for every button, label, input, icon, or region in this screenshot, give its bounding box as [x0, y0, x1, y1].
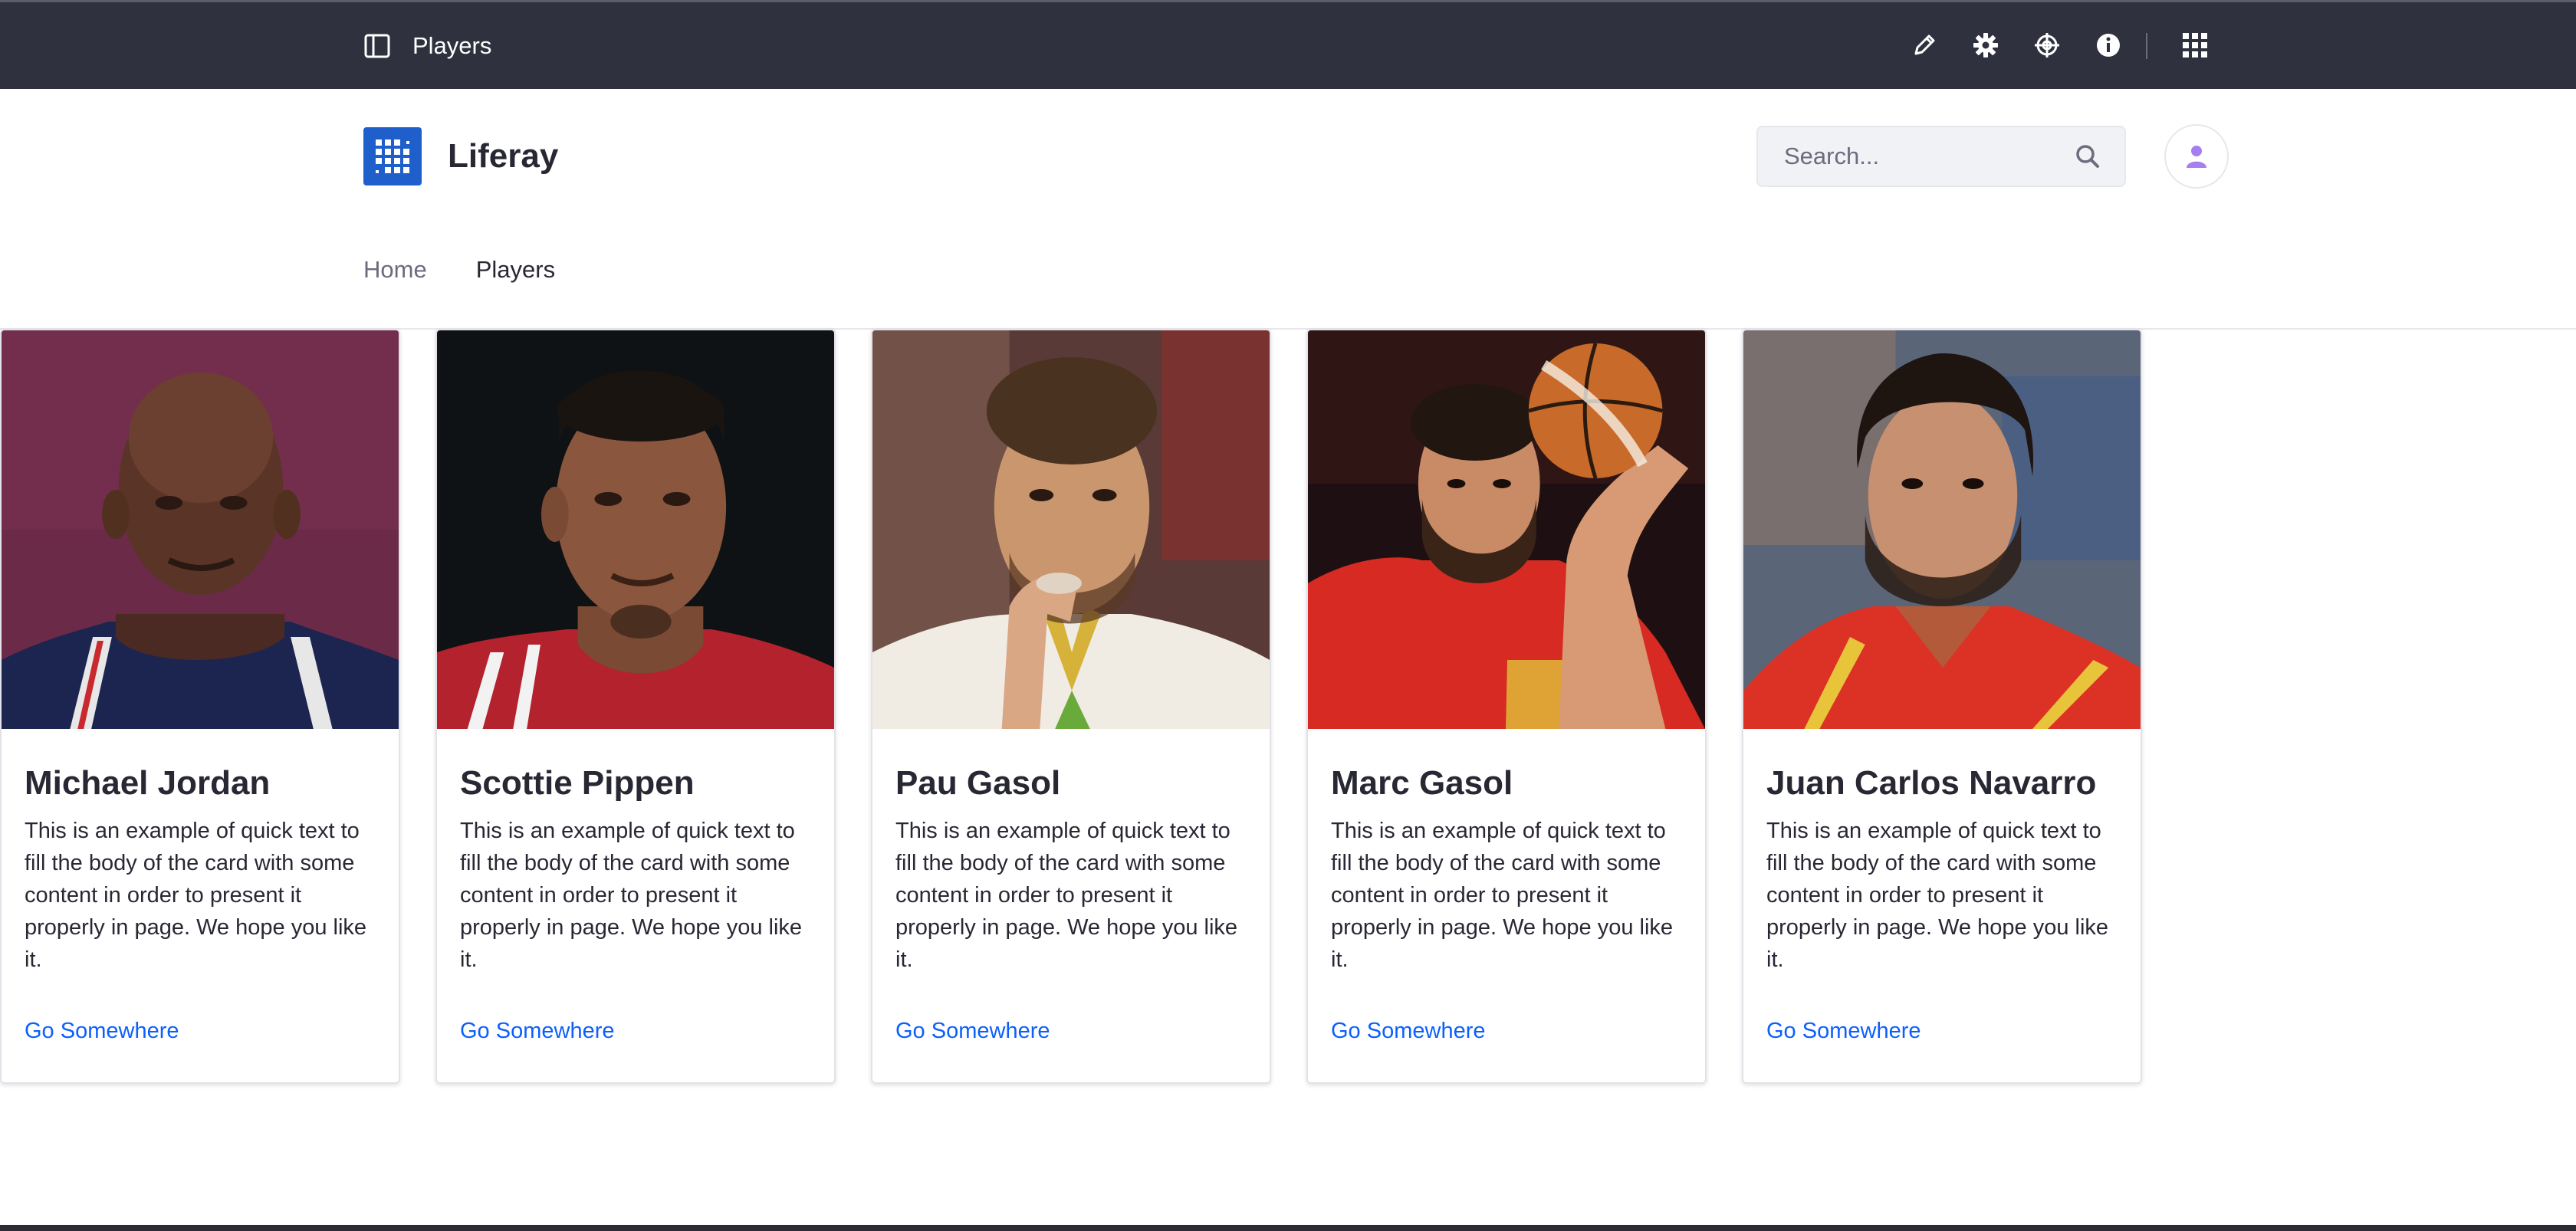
player-card: Michael Jordan This is an example of qui… [0, 329, 400, 1084]
card-text: This is an example of quick text to fill… [1331, 819, 1674, 972]
card-body: Juan Carlos Navarro This is an example o… [1766, 760, 2119, 976]
page-bottom-border [0, 1225, 2576, 1231]
player-photo [2, 330, 399, 729]
card-text: This is an example of quick text to fill… [895, 819, 1238, 972]
nav-item-home[interactable]: Home [363, 253, 427, 287]
player-card: Pau Gasol This is an example of quick te… [871, 329, 1271, 1084]
nav-item-players[interactable]: Players [476, 253, 555, 287]
search-input[interactable] [1758, 127, 2065, 185]
liferay-logo-icon [376, 140, 409, 173]
control-menu: Players [0, 0, 2576, 89]
gear-icon[interactable] [1970, 30, 2001, 61]
card-text: This is an example of quick text to fill… [1766, 819, 2109, 972]
card-body: Scottie Pippen This is an example of qui… [460, 760, 813, 976]
user-avatar-button[interactable] [2164, 124, 2229, 189]
player-photo [872, 330, 1270, 729]
control-menu-separator [2146, 33, 2147, 59]
user-icon [2187, 146, 2206, 168]
site-name[interactable]: Liferay [448, 133, 558, 179]
site-logo[interactable] [363, 127, 422, 185]
info-icon[interactable] [2093, 30, 2124, 61]
card-title: Michael Jordan [25, 764, 271, 802]
sidebar-toggle-icon[interactable] [363, 32, 391, 60]
player-photo [437, 330, 834, 729]
card-title: Juan Carlos Navarro [1766, 764, 2097, 802]
card-title: Scottie Pippen [460, 764, 695, 802]
card-body: Pau Gasol This is an example of quick te… [895, 760, 1248, 976]
player-card: Scottie Pippen This is an example of qui… [435, 329, 836, 1084]
apps-grid-icon[interactable] [2180, 30, 2210, 61]
card-text: This is an example of quick text to fill… [25, 819, 367, 972]
go-somewhere-link[interactable]: Go Somewhere [1331, 1019, 1486, 1044]
main-navigation: Home Players [363, 253, 555, 287]
card-body: Marc Gasol This is an example of quick t… [1331, 760, 1684, 976]
card-title: Pau Gasol [895, 764, 1061, 802]
simulation-icon[interactable] [2032, 30, 2062, 61]
go-somewhere-link[interactable]: Go Somewhere [895, 1019, 1050, 1044]
player-photo [1308, 330, 1705, 729]
search-icon[interactable] [2072, 141, 2103, 172]
go-somewhere-link[interactable]: Go Somewhere [460, 1019, 615, 1044]
card-title: Marc Gasol [1331, 764, 1513, 802]
page-title: Players [412, 31, 492, 59]
card-text: This is an example of quick text to fill… [460, 819, 803, 972]
pencil-icon[interactable] [1909, 30, 1940, 61]
player-card: Juan Carlos Navarro This is an example o… [1742, 329, 2142, 1084]
player-card: Marc Gasol This is an example of quick t… [1306, 329, 1707, 1084]
search-bar [1756, 126, 2126, 187]
go-somewhere-link[interactable]: Go Somewhere [25, 1019, 179, 1044]
card-body: Michael Jordan This is an example of qui… [25, 760, 377, 976]
control-menu-left: Players [363, 2, 491, 89]
go-somewhere-link[interactable]: Go Somewhere [1766, 1019, 1921, 1044]
player-photo [1743, 330, 2141, 729]
